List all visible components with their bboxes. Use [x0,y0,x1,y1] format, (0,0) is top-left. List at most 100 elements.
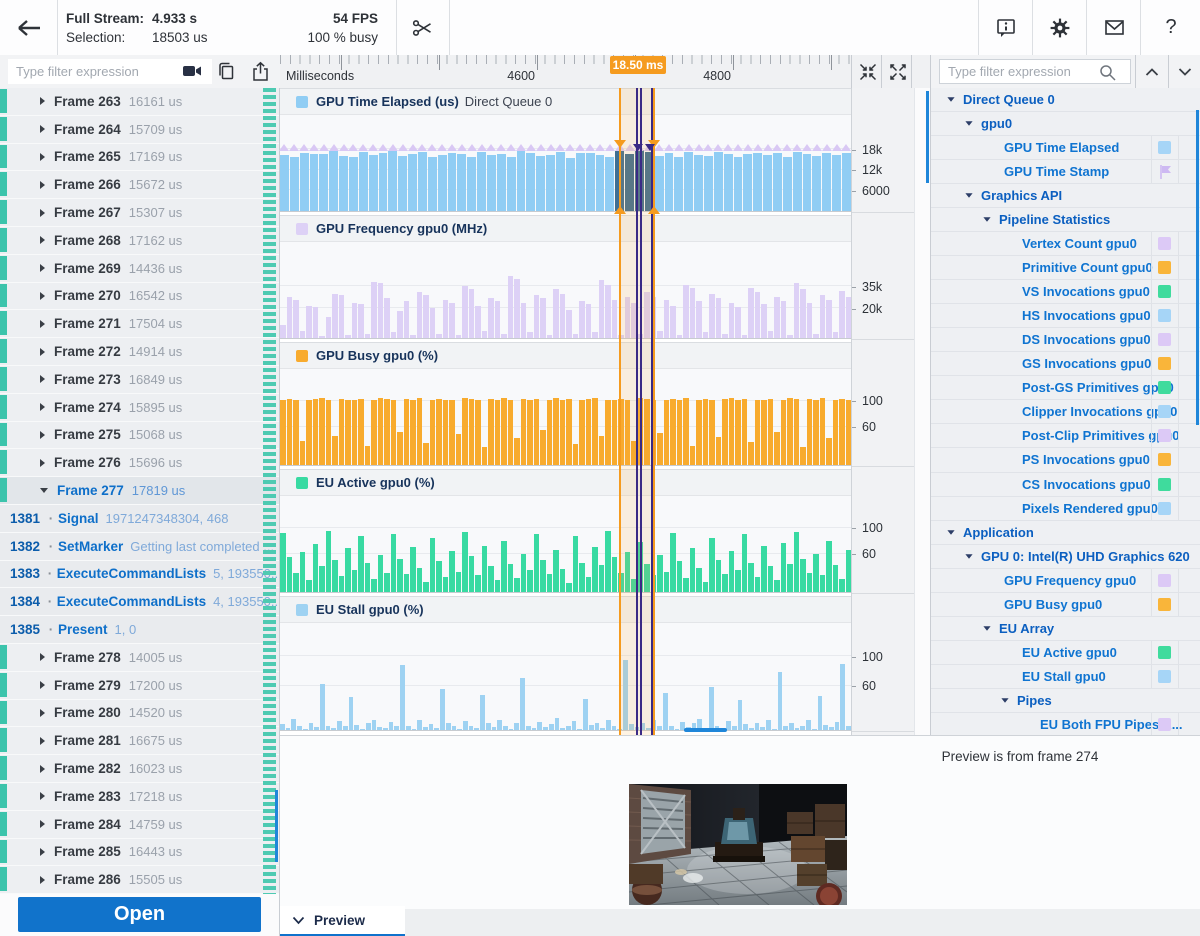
frame-row[interactable]: Frame 26615672 us [0,171,280,199]
settings-button[interactable] [1032,0,1087,55]
frame-row[interactable]: Frame 27214914 us [0,338,280,366]
tree-metric-row[interactable]: Post-GS Primitives gpu0 [931,376,1200,400]
metric-color-swatch[interactable] [1158,670,1171,683]
frame-row[interactable]: Frame 26715307 us [0,199,280,227]
metric-color-swatch[interactable] [1158,357,1171,370]
metric-color-swatch[interactable] [1158,478,1171,491]
tree-group-row[interactable]: Pipeline Statistics [931,208,1200,232]
event-row[interactable]: 1381·Signal1971247348304, 468 [0,505,280,533]
copy-frames-button[interactable] [212,59,240,84]
metrics-filter-input[interactable] [939,59,1131,84]
back-button[interactable] [0,0,58,55]
chevron-right-icon[interactable] [40,264,45,272]
chart-plot-area[interactable] [280,369,851,466]
flag-icon[interactable] [1159,165,1172,179]
frame-row[interactable]: Frame 26316161 us [0,88,280,116]
frame-row[interactable]: Frame 27717819 us [0,477,280,505]
tree-metric-row[interactable]: GPU Frequency gpu0 [931,569,1200,593]
charts-scroll-track[interactable] [914,88,931,735]
chevron-right-icon[interactable] [40,320,45,328]
metric-color-swatch[interactable] [1158,237,1171,250]
tree-metric-row[interactable]: Primitive Count gpu0 [931,256,1200,280]
tree-metric-row[interactable]: EU Stall gpu0 [931,665,1200,689]
metric-color-swatch[interactable] [1158,502,1171,515]
next-match-button[interactable] [1169,55,1200,88]
tree-metric-row[interactable]: GPU Busy gpu0 [931,593,1200,617]
metric-color-swatch[interactable] [1158,405,1171,418]
chevron-right-icon[interactable] [40,792,45,800]
frame-list-scrollbar[interactable] [275,790,278,862]
frame-filter-input[interactable] [8,59,212,84]
frame-row[interactable]: Frame 28216023 us [0,755,280,783]
chevron-down-icon[interactable] [983,626,990,631]
tree-group-row[interactable]: GPU 0: Intel(R) UHD Graphics 620 [931,545,1200,569]
frame-row[interactable]: Frame 28116675 us [0,727,280,755]
frame-row[interactable]: Frame 27515068 us [0,422,280,450]
frame-row[interactable]: Frame 27917200 us [0,672,280,700]
metric-color-swatch[interactable] [1158,453,1171,466]
metric-color-swatch[interactable] [1158,574,1171,587]
event-row[interactable]: 1384·ExecuteCommandLists4, 193550... [0,588,280,616]
preview-tab[interactable]: Preview [280,906,405,934]
tree-group-row[interactable]: Direct Queue 0 [931,88,1200,112]
frame-row[interactable]: Frame 28014520 us [0,700,280,728]
chevron-down-icon[interactable] [965,121,972,126]
chevron-down-icon[interactable] [947,530,954,535]
chevron-down-icon[interactable] [983,217,990,222]
metric-color-swatch[interactable] [1158,646,1171,659]
frame-row[interactable]: Frame 28516443 us [0,839,280,867]
frame-row[interactable]: Frame 28615505 us [0,866,280,894]
help-button[interactable]: ? [1140,0,1200,55]
tree-metric-row[interactable]: GPU Time Elapsed [931,136,1200,160]
chevron-right-icon[interactable] [40,348,45,356]
chevron-down-icon[interactable] [947,97,954,102]
timeline-ruler[interactable]: Milliseconds 4600 4800 18.50 ms [280,55,930,89]
tree-metric-row[interactable]: HS Invocations gpu0 [931,304,1200,328]
frame-row[interactable]: Frame 27117504 us [0,310,280,338]
tree-group-row[interactable]: Application [931,521,1200,545]
tree-vertical-scrollbar[interactable] [1196,110,1199,425]
chart-plot-area[interactable] [280,242,851,339]
frame-row[interactable]: Frame 28317218 us [0,783,280,811]
metric-color-swatch[interactable] [1158,285,1171,298]
chevron-right-icon[interactable] [40,459,45,467]
chevron-right-icon[interactable] [40,125,45,133]
tree-metric-row[interactable]: EU Active gpu0 [931,641,1200,665]
chart-plot-area[interactable] [280,623,851,731]
tree-metric-row[interactable]: Post-Clip Primitives gpu0 [931,424,1200,448]
tree-metric-row[interactable]: Pixels Rendered gpu0 [931,497,1200,521]
zoom-to-selection-button[interactable] [853,55,883,88]
metric-color-swatch[interactable] [1158,381,1171,394]
tree-metric-row[interactable]: DS Invocations gpu0 [931,328,1200,352]
chevron-right-icon[interactable] [40,375,45,383]
tree-group-row[interactable]: gpu0 [931,112,1200,136]
tree-group-row[interactable]: Graphics API [931,184,1200,208]
charts-vertical-scrollbar[interactable] [926,91,929,183]
chevron-down-icon[interactable] [965,554,972,559]
tree-group-row[interactable]: Pipes [931,689,1200,713]
feedback-button[interactable] [1086,0,1141,55]
chart-plot-area[interactable] [280,496,851,593]
chart-plot-area[interactable] [280,115,851,212]
chevron-right-icon[interactable] [40,97,45,105]
metric-color-swatch[interactable] [1158,141,1171,154]
metric-charts-area[interactable]: GPU Time Elapsed (us)Direct Queue 0GPU F… [280,88,851,735]
chevron-right-icon[interactable] [40,181,45,189]
chevron-right-icon[interactable] [40,653,45,661]
chevron-down-icon[interactable] [1001,698,1008,703]
export-button[interactable] [246,59,274,84]
chevron-right-icon[interactable] [40,236,45,244]
zoom-full-range-button[interactable] [883,55,913,88]
metric-color-swatch[interactable] [1158,333,1171,346]
frame-row[interactable]: Frame 27415895 us [0,394,280,422]
frame-row[interactable]: Frame 27316849 us [0,366,280,394]
metric-color-swatch[interactable] [1158,261,1171,274]
event-row[interactable]: 1385·Present1, 0 [0,616,280,644]
chevron-down-icon[interactable] [40,488,48,493]
frame-row[interactable]: Frame 27016542 us [0,283,280,311]
chevron-right-icon[interactable] [40,403,45,411]
tree-metric-row[interactable]: Vertex Count gpu0 [931,232,1200,256]
metric-color-swatch[interactable] [1158,309,1171,322]
tree-metric-row[interactable]: GS Invocations gpu0 [931,352,1200,376]
frame-list[interactable]: Frame 26316161 usFrame 26415709 usFrame … [0,88,280,894]
